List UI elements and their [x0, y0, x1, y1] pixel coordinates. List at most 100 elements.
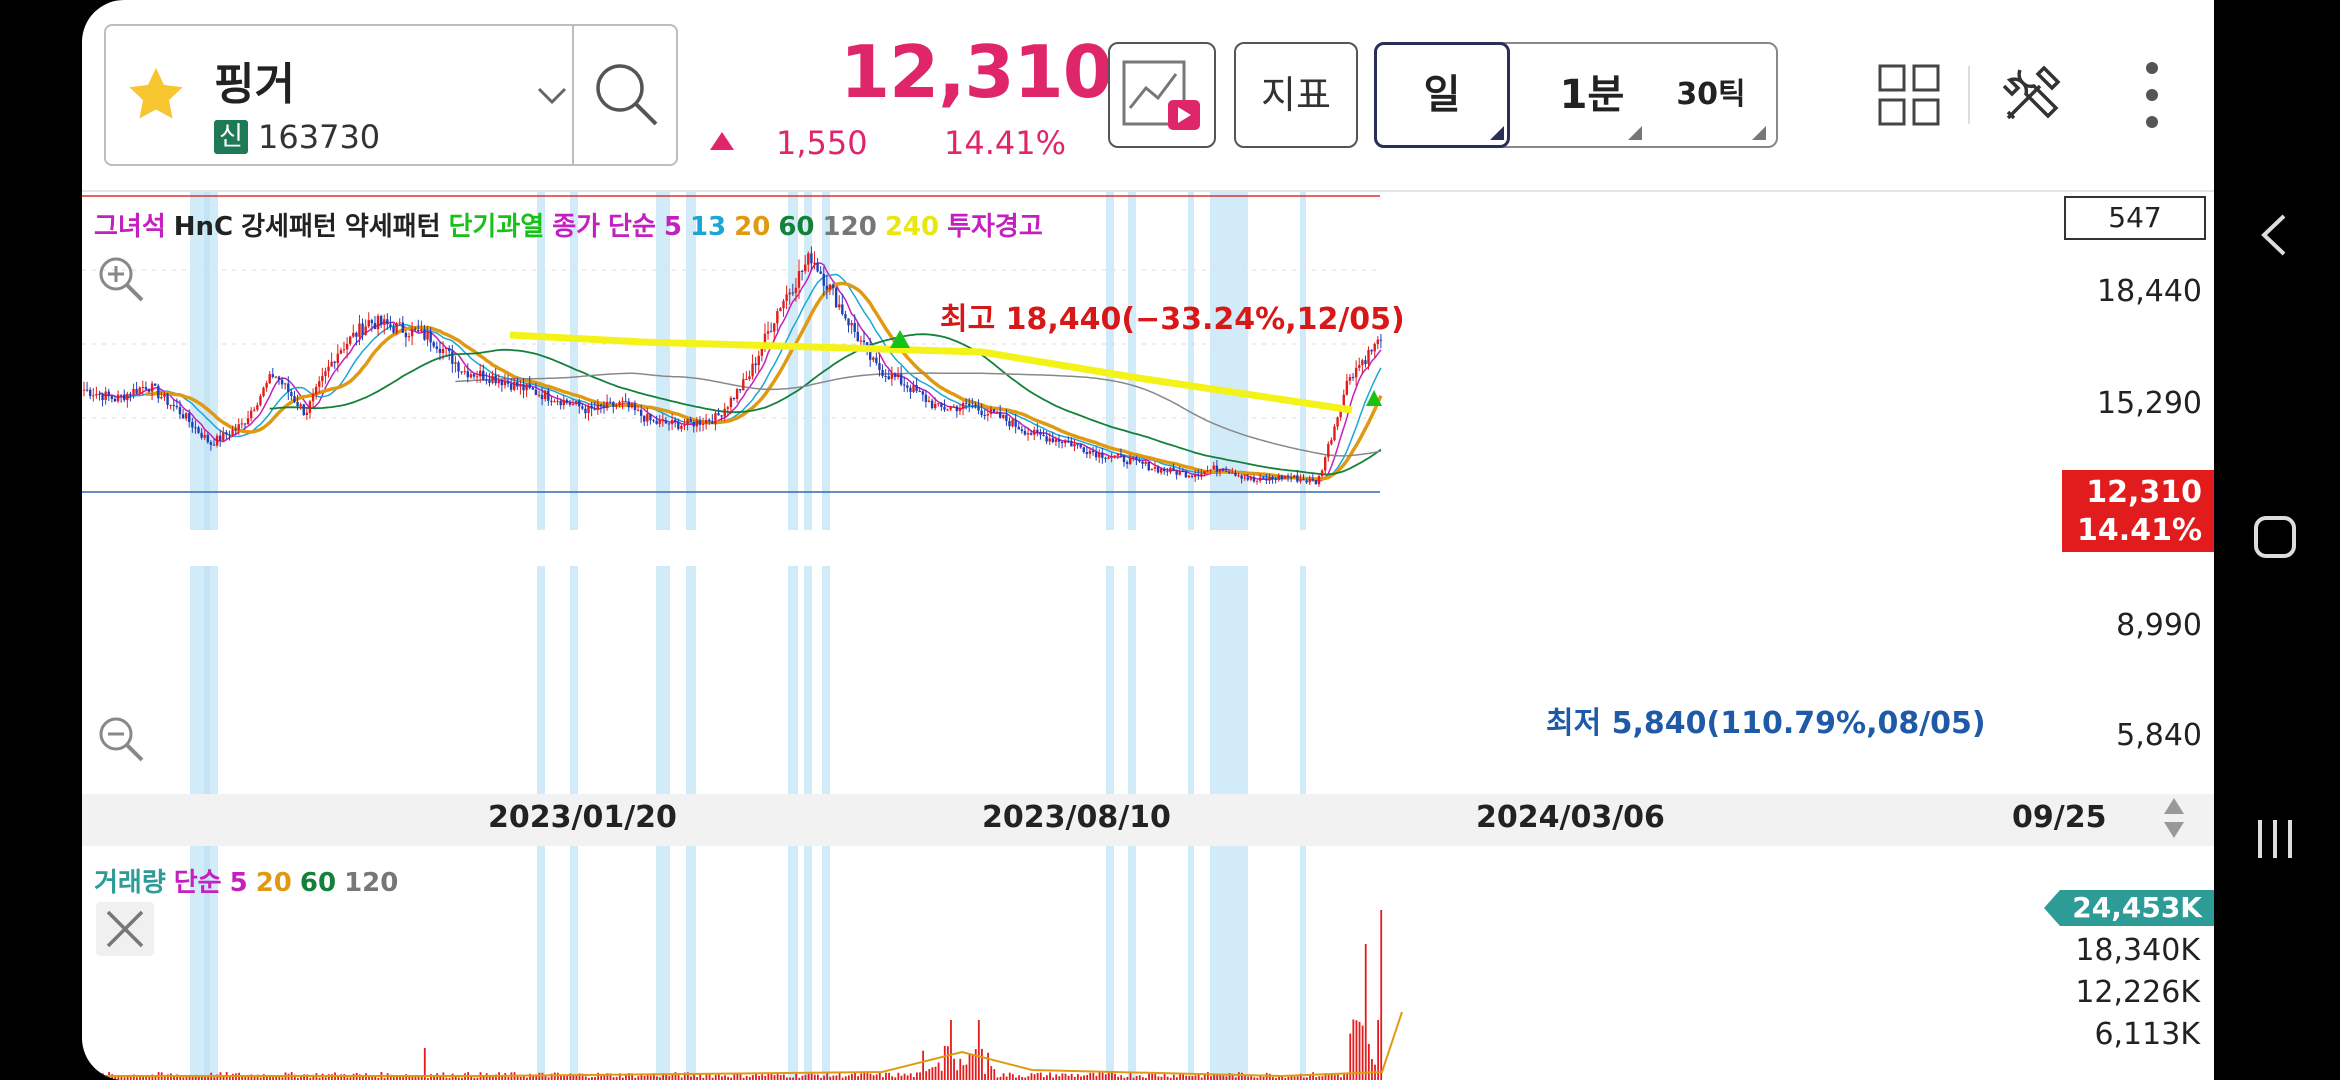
volume-legend-item[interactable]: 60	[300, 868, 336, 898]
legend-item[interactable]: 단기과열	[449, 212, 545, 242]
volume-bar	[900, 1075, 903, 1080]
change-amount: 1,550	[776, 124, 868, 162]
candle-body	[797, 270, 801, 288]
candle-body	[615, 404, 618, 407]
candle-body	[816, 262, 819, 272]
layout-grid-icon[interactable]	[1878, 64, 1940, 126]
candle-body	[1023, 431, 1027, 435]
candle-body	[578, 400, 581, 407]
legend-item[interactable]: 13	[690, 212, 726, 242]
volume-bar	[1241, 1072, 1243, 1080]
candle-body	[834, 288, 838, 308]
candle-body	[757, 355, 760, 366]
candle-body	[222, 432, 225, 441]
candle-body	[1351, 377, 1355, 379]
candle-body	[590, 405, 593, 409]
candle-body	[420, 329, 423, 332]
candle-body	[825, 285, 829, 290]
volume-bar	[755, 1073, 757, 1080]
candle-body	[574, 400, 578, 404]
candle-body	[138, 387, 141, 394]
candle-body	[237, 424, 240, 430]
legend-item[interactable]: 120	[823, 212, 877, 242]
period-1min-button[interactable]: 1분	[1542, 44, 1642, 146]
candle-body	[1277, 475, 1280, 480]
volume-bar	[906, 1075, 909, 1080]
candle-body	[738, 389, 742, 391]
candle-body	[1169, 467, 1172, 473]
volume-bar	[962, 1065, 965, 1080]
candle-body	[184, 413, 188, 419]
tools-icon[interactable]	[2000, 62, 2064, 126]
back-icon[interactable]	[2250, 210, 2300, 260]
candle-body	[181, 414, 185, 419]
candle-body	[813, 262, 816, 264]
legend-item[interactable]: HnC	[174, 212, 233, 242]
stock-name[interactable]: 핑거	[214, 48, 295, 112]
legend-item[interactable]: 20	[734, 212, 770, 242]
candle-body	[1091, 450, 1095, 453]
legend-item[interactable]: 단순	[608, 212, 656, 242]
volume-bar	[690, 1076, 692, 1080]
legend-item[interactable]: 240	[885, 212, 939, 242]
favorite-star-icon[interactable]	[124, 64, 188, 126]
chevron-down-icon[interactable]	[536, 86, 568, 106]
candle-body	[819, 271, 822, 274]
search-button[interactable]	[574, 26, 678, 164]
candle-body	[971, 405, 974, 407]
volume-bar	[1101, 1072, 1104, 1080]
candle-body	[413, 328, 417, 330]
zoom-out-icon[interactable]	[96, 714, 146, 764]
candle-body	[1125, 462, 1129, 465]
candle-body	[1265, 478, 1268, 481]
candle-body	[509, 383, 513, 390]
volume-bar	[878, 1072, 881, 1080]
volume-legend-item[interactable]: 20	[256, 868, 292, 898]
candle-body	[1128, 457, 1132, 465]
volume-bar	[677, 1075, 680, 1080]
legend-item[interactable]: 투자경고	[947, 212, 1043, 242]
volume-bar	[1129, 1073, 1132, 1080]
close-volume-button[interactable]	[96, 902, 154, 956]
candle-body	[1271, 477, 1274, 479]
volume-bar	[1030, 1073, 1033, 1080]
more-vertical-icon[interactable]	[2142, 60, 2162, 130]
recent-apps-icon[interactable]	[2250, 814, 2300, 864]
volume-legend-item[interactable]: 120	[344, 868, 398, 898]
y-axis-label: 5,840	[2116, 718, 2202, 753]
candle-body	[342, 349, 346, 351]
high-price-label: 최고 18,440(−33.24%,12/05)	[940, 302, 1405, 337]
chart-play-icon	[1122, 60, 1200, 130]
volume-legend-item[interactable]: 단순	[174, 868, 222, 898]
candle-body	[720, 415, 723, 417]
home-icon[interactable]	[2250, 512, 2300, 562]
candle-body	[104, 391, 107, 401]
candle-count[interactable]: 547	[2064, 196, 2206, 240]
legend-item[interactable]: 강세패턴	[241, 212, 337, 242]
candle-body	[212, 444, 216, 446]
zoom-in-icon[interactable]	[96, 254, 146, 304]
chart-type-button[interactable]	[1108, 42, 1216, 148]
legend-item[interactable]: 약세패턴	[345, 212, 441, 242]
legend-item[interactable]: 60	[778, 212, 814, 242]
candle-body	[1135, 457, 1138, 460]
candle-body	[810, 253, 813, 264]
volume-bar	[1358, 1021, 1361, 1080]
candle-body	[847, 318, 850, 326]
legend-item[interactable]: 5	[664, 212, 682, 242]
scroll-arrows-icon[interactable]	[2162, 796, 2186, 840]
period-30tick-button[interactable]: 30틱	[1656, 44, 1766, 146]
volume-legend-item[interactable]: 거래량	[94, 868, 166, 898]
candle-body	[1088, 450, 1092, 455]
volume-bar	[1371, 1059, 1373, 1080]
legend-item[interactable]: 종가	[552, 212, 600, 242]
indicator-legend[interactable]: 그녀석 HnC 강세패턴 약세패턴 단기과열 종가 단순 5 13 20 60 120 240 투자경고	[94, 206, 1051, 243]
candle-body	[441, 348, 445, 353]
candle-body	[692, 421, 695, 427]
indicator-button[interactable]: 지표	[1234, 42, 1358, 148]
volume-legend-item[interactable]: 5	[230, 868, 248, 898]
legend-item[interactable]: 그녀석	[94, 212, 166, 242]
volume-legend[interactable]: 거래량 단순 5 20 60 120	[94, 862, 406, 899]
candle-body	[525, 384, 528, 391]
stock-selector[interactable]: 핑거 신 163730	[104, 24, 678, 166]
